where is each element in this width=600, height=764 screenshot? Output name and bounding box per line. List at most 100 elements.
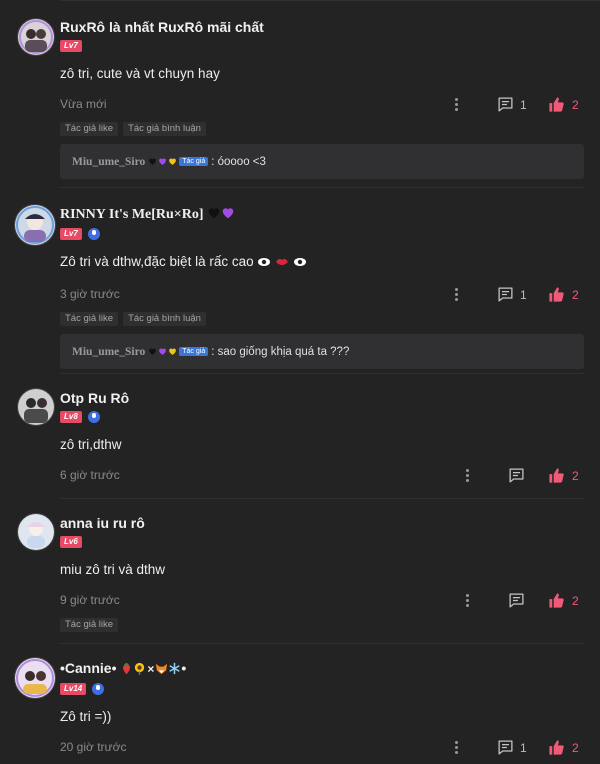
avatar[interactable] — [14, 657, 56, 699]
thumbs-up-icon — [548, 467, 565, 484]
author-tags: Tác giả like — [60, 618, 584, 632]
heart-icon — [168, 347, 177, 356]
avatar[interactable] — [17, 513, 55, 551]
snowflake-emoji-icon — [168, 661, 181, 679]
tag-author-like: Tác giả like — [60, 122, 119, 136]
fox-emoji-icon — [155, 661, 168, 679]
lips-emoji-icon — [275, 255, 289, 273]
reply-preview[interactable]: Miu_ume_Siro Tác giả : óoooo <3 — [60, 144, 584, 179]
comment-icon — [508, 592, 525, 609]
more-vertical-icon[interactable] — [455, 288, 458, 303]
like-button[interactable]: 2 — [548, 739, 579, 756]
comment-text: zô tri, cute và vt chuyn hay — [60, 66, 220, 81]
comment-item: anna iu ru rô Lv6 miu zô tri và dthw 9 g… — [0, 499, 600, 644]
username[interactable]: RINNY It's Me[Ru×Ro] — [60, 204, 584, 224]
comment-item: Otp Ru Rô Lv8 zô tri,dthw 6 giờ trước 2 — [0, 374, 600, 499]
comment-meta: 6 giờ trước 2 — [60, 466, 584, 484]
comment-time: 20 giờ trước — [60, 740, 127, 754]
reply-button[interactable]: 1 — [497, 96, 527, 113]
mic-icon — [92, 682, 105, 695]
tag-author-commented: Tác giả bình luận — [123, 122, 206, 136]
heart-icon — [148, 157, 157, 166]
level-badge: Lv14 — [60, 682, 87, 695]
strawberry-emoji-icon — [120, 661, 133, 679]
reply-author[interactable]: Miu_ume_Siro — [72, 346, 145, 358]
username[interactable]: •Cannie• × • — [60, 659, 584, 679]
more-vertical-icon[interactable] — [466, 469, 469, 484]
thumbs-up-icon — [548, 96, 565, 113]
username[interactable]: Otp Ru Rô — [60, 389, 584, 407]
thumbs-up-icon — [548, 739, 565, 756]
like-button[interactable]: 2 — [548, 467, 579, 484]
tag-author-commented: Tác giả bình luận — [123, 312, 206, 326]
author-badge: Tác giả — [179, 157, 209, 166]
heart-icon — [221, 206, 235, 220]
author-tags: Tác giả like Tác giả bình luận — [60, 312, 584, 326]
comment-icon — [497, 96, 514, 113]
level-badge: Lv6 — [60, 535, 82, 548]
heart-icon — [158, 347, 167, 356]
comment-time: Vừa mới — [60, 97, 107, 111]
comment-meta: Vừa mới 1 2 — [60, 95, 584, 113]
reply-author[interactable]: Miu_ume_Siro — [72, 156, 145, 168]
comment-meta: 20 giờ trước 1 2 — [60, 738, 584, 756]
eye-emoji-icon — [293, 255, 307, 273]
like-button[interactable]: 2 — [548, 286, 579, 303]
level-badge: Lv7 — [60, 39, 82, 52]
tag-author-like: Tác giả like — [60, 618, 119, 632]
comment-meta: 3 giờ trước 1 2 — [60, 285, 584, 303]
more-vertical-icon[interactable] — [455, 98, 458, 113]
comment-item: RuxRô là nhất RuxRô mãi chất Lv7 zô tri,… — [0, 1, 600, 188]
comment-text: Zô tri =)) — [60, 709, 112, 724]
like-count: 2 — [572, 593, 579, 608]
reply-count: 1 — [520, 740, 527, 755]
comment-text: Zô tri và dthw,đặc biệt là rấc cao — [60, 253, 584, 273]
avatar[interactable] — [17, 388, 55, 426]
reply-button[interactable] — [508, 592, 525, 609]
avatar[interactable] — [17, 18, 55, 56]
username[interactable]: RuxRô là nhất RuxRô mãi chất — [60, 18, 584, 36]
more-vertical-icon[interactable] — [466, 594, 469, 609]
level-badge: Lv7 — [60, 227, 82, 240]
username[interactable]: anna iu ru rô — [60, 514, 584, 532]
like-button[interactable]: 2 — [548, 592, 579, 609]
heart-icon — [207, 206, 221, 220]
like-count: 2 — [572, 468, 579, 483]
reply-preview[interactable]: Miu_ume_Siro Tác giả : sao giống khịa qu… — [60, 334, 584, 369]
reply-button[interactable]: 1 — [497, 739, 527, 756]
comment-icon — [508, 467, 525, 484]
level-badge: Lv8 — [60, 410, 82, 423]
like-count: 2 — [572, 97, 579, 112]
reply-text: : óoooo <3 — [211, 155, 266, 168]
eye-emoji-icon — [257, 255, 271, 273]
sunflower-emoji-icon — [133, 661, 146, 679]
like-count: 2 — [572, 740, 579, 755]
user-badges: Lv14 — [60, 682, 584, 695]
comment-icon — [497, 286, 514, 303]
comment-item: RINNY It's Me[Ru×Ro] Lv7 Zô tri và dthw,… — [0, 188, 600, 374]
comment-feed: RuxRô là nhất RuxRô mãi chất Lv7 zô tri,… — [0, 0, 600, 764]
user-badges: Lv7 — [60, 39, 584, 52]
comment-meta: 9 giờ trước 2 — [60, 591, 584, 609]
heart-icon — [158, 157, 167, 166]
thumbs-up-icon — [548, 592, 565, 609]
comment-text: zô tri,dthw — [60, 437, 122, 452]
more-vertical-icon[interactable] — [455, 741, 458, 756]
author-badge: Tác giả — [179, 347, 209, 356]
comment-time: 6 giờ trước — [60, 468, 120, 482]
avatar[interactable] — [14, 204, 56, 246]
reply-button[interactable] — [508, 467, 525, 484]
comment-item: •Cannie• × • Lv14 Zô tri =)) 20 giờ trước… — [0, 644, 600, 764]
thumbs-up-icon — [548, 286, 565, 303]
user-badges: Lv8 — [60, 410, 584, 423]
like-button[interactable]: 2 — [548, 96, 579, 113]
author-tags: Tác giả like Tác giả bình luận — [60, 122, 584, 136]
reply-count: 1 — [520, 287, 527, 302]
mic-icon — [87, 227, 100, 240]
comment-time: 9 giờ trước — [60, 593, 120, 607]
reply-button[interactable]: 1 — [497, 286, 527, 303]
heart-icon — [168, 157, 177, 166]
reply-count: 1 — [520, 97, 527, 112]
tag-author-like: Tác giả like — [60, 312, 119, 326]
user-badges: Lv6 — [60, 535, 584, 548]
